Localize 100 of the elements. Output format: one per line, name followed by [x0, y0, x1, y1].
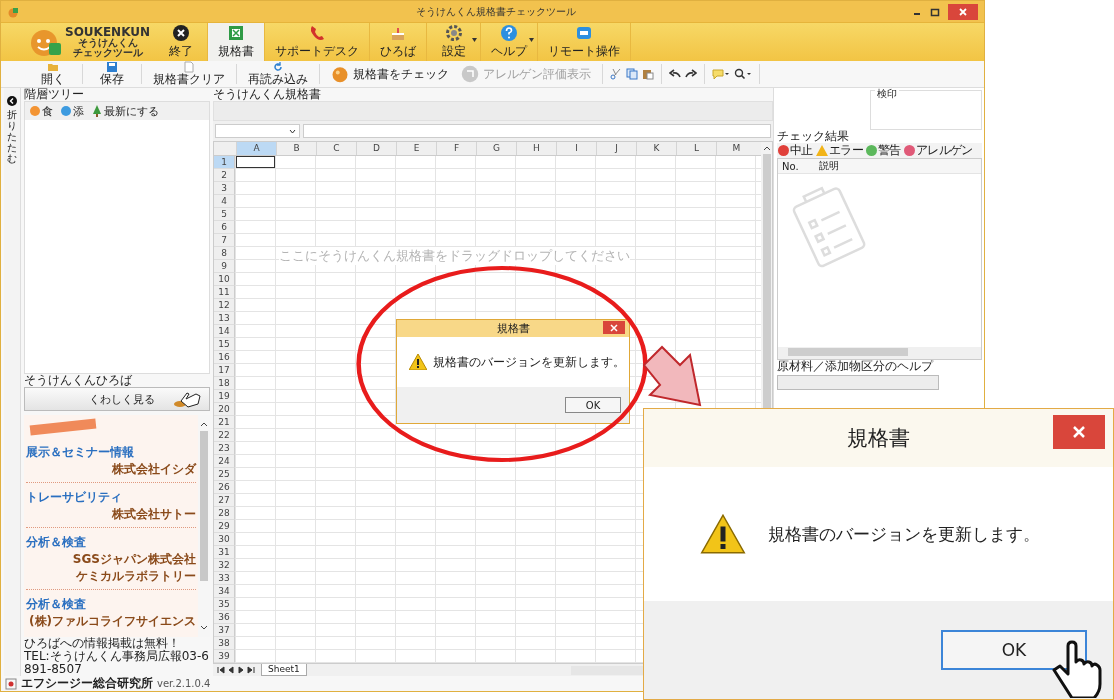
filter-button[interactable]: エラー: [814, 142, 864, 159]
caret-icon[interactable]: [529, 38, 534, 42]
company-link[interactable]: 株式会社サトー: [26, 506, 196, 523]
refresh-button[interactable]: 最新にする: [90, 103, 161, 119]
column-header[interactable]: M: [716, 142, 756, 155]
row-header[interactable]: 11: [214, 286, 235, 299]
close-button[interactable]: [948, 3, 978, 20]
row-header[interactable]: 15: [214, 338, 235, 351]
row-header[interactable]: 35: [214, 598, 235, 611]
filter-button[interactable]: 中止: [777, 142, 814, 159]
toolbar-button[interactable]: 保存: [90, 61, 134, 87]
column-header[interactable]: C: [316, 142, 356, 155]
ribbon-tab[interactable]: 規格書: [208, 23, 265, 61]
dialog-title: 規格書: [496, 321, 530, 336]
row-header[interactable]: 13: [214, 312, 235, 325]
column-header[interactable]: L: [676, 142, 716, 155]
company-link[interactable]: (株)ファルコライフサイエンス: [26, 613, 196, 630]
row-header[interactable]: 22: [214, 429, 235, 442]
row-header[interactable]: 17: [214, 364, 235, 377]
row-header[interactable]: 6: [214, 221, 235, 234]
row-header[interactable]: 7: [214, 234, 235, 247]
toolbar-button[interactable]: 規格書クリア: [149, 61, 229, 87]
row-header[interactable]: 26: [214, 481, 235, 494]
row-header[interactable]: 36: [214, 611, 235, 624]
scroll-thumb[interactable]: [788, 348, 908, 356]
undo-icon[interactable]: [669, 68, 681, 80]
column-header[interactable]: K: [636, 142, 676, 155]
scroll-thumb[interactable]: [200, 431, 208, 581]
caret-icon[interactable]: [472, 38, 477, 42]
row-header[interactable]: 21: [214, 416, 235, 429]
redo-icon[interactable]: [685, 68, 697, 80]
row-header[interactable]: 25: [214, 468, 235, 481]
close-button[interactable]: [603, 321, 625, 334]
filter-button[interactable]: 警告: [865, 142, 902, 159]
row-header[interactable]: 29: [214, 520, 235, 533]
column-header[interactable]: E: [396, 142, 436, 155]
filter-button[interactable]: 食: [28, 103, 55, 119]
collapse-strip[interactable]: 折りたたむ: [4, 88, 21, 676]
row-header[interactable]: 23: [214, 442, 235, 455]
column-header[interactable]: F: [436, 142, 476, 155]
scroll-up-icon[interactable]: [762, 145, 771, 151]
row-header[interactable]: 31: [214, 546, 235, 559]
row-header[interactable]: 33: [214, 572, 235, 585]
toolbar-button[interactable]: 開く: [31, 61, 75, 87]
row-header[interactable]: 10: [214, 273, 235, 286]
row-header[interactable]: 2: [214, 169, 235, 182]
row-header[interactable]: 4: [214, 195, 235, 208]
row-header[interactable]: 34: [214, 585, 235, 598]
sheet-nav-icon[interactable]: [217, 666, 257, 674]
company-logo-icon: [5, 677, 17, 690]
copy-icon[interactable]: [626, 68, 638, 80]
scroll-up-icon[interactable]: [200, 421, 208, 427]
row-header[interactable]: 19: [214, 390, 235, 403]
row-header[interactable]: 38: [214, 637, 235, 650]
filter-button[interactable]: 添: [59, 103, 86, 119]
column-header[interactable]: I: [556, 142, 596, 155]
column-header[interactable]: J: [596, 142, 636, 155]
row-header[interactable]: 39: [214, 650, 235, 663]
column-header[interactable]: G: [476, 142, 516, 155]
column-header[interactable]: D: [356, 142, 396, 155]
sheet-tab[interactable]: Sheet1: [261, 664, 307, 676]
row-header[interactable]: 3: [214, 182, 235, 195]
maximize-icon[interactable]: [930, 6, 940, 17]
row-header[interactable]: 18: [214, 377, 235, 390]
filter-button[interactable]: アレルゲン: [902, 142, 974, 159]
close-button[interactable]: [1053, 415, 1105, 449]
scissors-icon[interactable]: [610, 68, 622, 80]
help-field[interactable]: [777, 375, 939, 390]
row-header[interactable]: 30: [214, 533, 235, 546]
column-header[interactable]: H: [516, 142, 556, 155]
row-header[interactable]: 37: [214, 624, 235, 637]
toolbar-button[interactable]: 再読み込み: [244, 61, 312, 87]
row-header[interactable]: 27: [214, 494, 235, 507]
company-link[interactable]: ケミカルラボラトリー: [26, 568, 196, 585]
selected-cell[interactable]: [236, 156, 275, 168]
row-header[interactable]: 24: [214, 455, 235, 468]
column-header[interactable]: A: [236, 142, 276, 155]
row-header[interactable]: 14: [214, 325, 235, 338]
row-header[interactable]: 5: [214, 208, 235, 221]
column-header[interactable]: B: [276, 142, 316, 155]
row-header[interactable]: 16: [214, 351, 235, 364]
row-header[interactable]: 8: [214, 247, 235, 260]
row-header[interactable]: 32: [214, 559, 235, 572]
row-header[interactable]: 28: [214, 507, 235, 520]
scroll-down-icon[interactable]: [200, 625, 208, 631]
paste-icon[interactable]: [642, 68, 654, 80]
more-button[interactable]: くわしく見る: [24, 387, 210, 411]
company-link[interactable]: 株式会社イシダ: [26, 461, 196, 478]
row-header[interactable]: 9: [214, 260, 235, 273]
row-header[interactable]: 20: [214, 403, 235, 416]
search-icon[interactable]: [734, 68, 752, 80]
ok-button[interactable]: OK: [941, 630, 1087, 670]
row-header[interactable]: 12: [214, 299, 235, 312]
cell-name-dropdown[interactable]: [215, 124, 300, 138]
row-header[interactable]: 1: [214, 156, 235, 169]
scrollbar[interactable]: [778, 347, 981, 359]
company-link[interactable]: SGSジャパン株式会社: [26, 551, 196, 568]
ok-button[interactable]: OK: [565, 397, 621, 413]
formula-field[interactable]: [303, 124, 771, 138]
toolbar-button[interactable]: 規格書をチェック: [327, 65, 453, 83]
